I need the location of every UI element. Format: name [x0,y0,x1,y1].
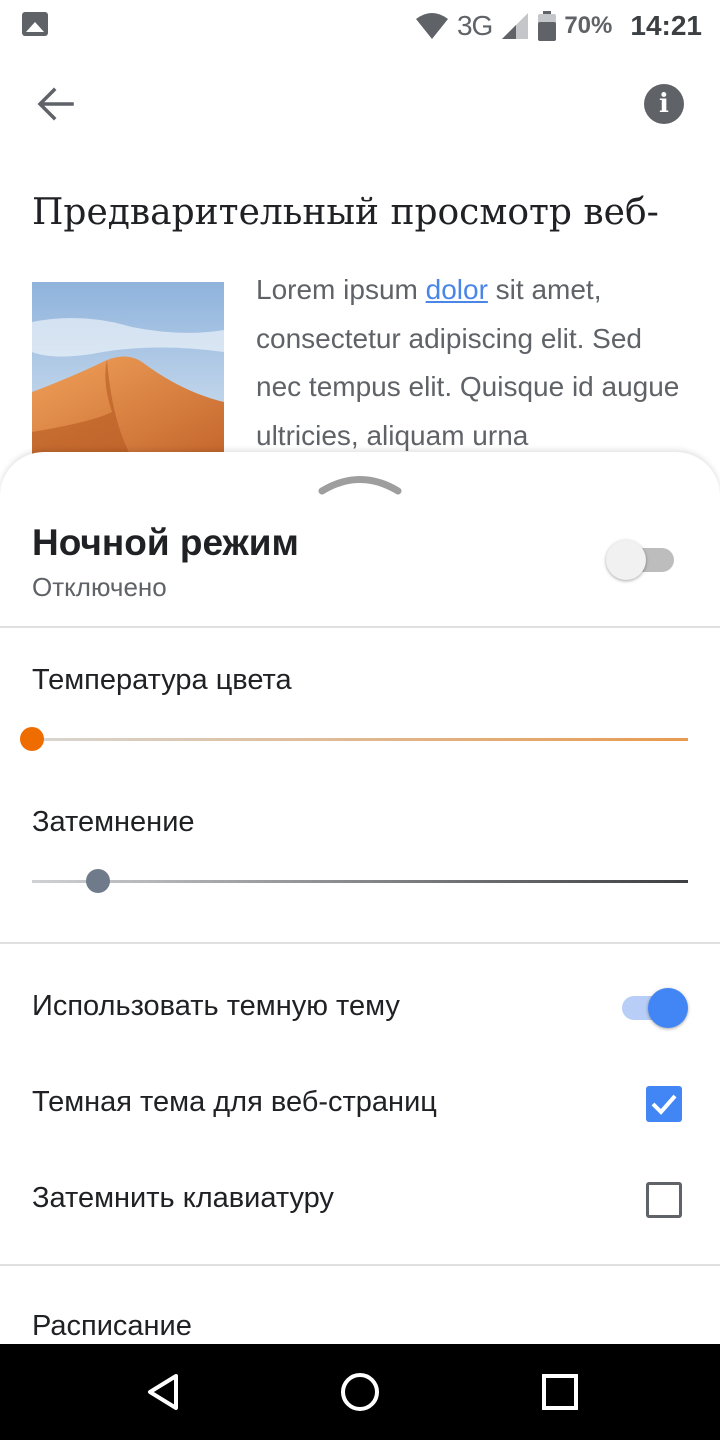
color-temperature-slider[interactable] [20,724,688,754]
preview-text-start: Lorem ipsum [256,274,426,305]
divider [0,626,720,628]
divider [0,942,720,944]
image-notification-icon [22,12,48,36]
preview-text: Lorem ipsum dolor sit amet, consectetur … [256,266,686,460]
dimming-slider[interactable] [32,866,688,896]
navigation-bar [0,1344,720,1440]
wifi-icon [415,13,448,39]
divider [0,1264,720,1266]
dim-keyboard-label: Затемнить клавиатуру [32,1182,334,1214]
slider-knob[interactable] [85,869,110,893]
chevron-up-icon[interactable] [318,474,402,496]
arrow-back-icon[interactable] [34,86,78,122]
slider-knob[interactable] [20,727,44,751]
night-mode-status: Отключено [32,572,167,602]
color-temperature-label: Температура цвета [32,664,292,696]
preview-title: Предварительный просмотр веб- [32,192,659,233]
dark-web-checkbox[interactable] [646,1086,682,1122]
clock: 14:21 [630,10,702,41]
dimming-label: Затемнение [32,806,195,838]
toggle-thumb [606,540,646,580]
preview-link[interactable]: dolor [426,274,488,305]
dim-keyboard-checkbox[interactable] [646,1182,682,1218]
night-mode-sheet: Ночной режим Отключено Температура цвета… [0,452,720,1344]
night-mode-toggle[interactable] [606,538,678,582]
nav-home-icon[interactable] [336,1368,384,1416]
slider-rail [32,738,688,741]
dark-web-label: Темная тема для веб-страниц [32,1086,437,1118]
nav-back-icon[interactable] [140,1368,188,1416]
checkmark-icon [651,1094,677,1115]
dark-theme-label: Использовать темную тему [32,990,400,1022]
night-mode-title: Ночной режим [32,522,299,563]
info-icon[interactable]: i [644,84,684,124]
status-bar: 3G 70% 14:21 [0,0,720,52]
battery-percent: 70% [564,12,613,39]
battery-icon [538,11,557,41]
status-bar-right: 3G 70% 14:21 [415,4,702,48]
network-type: 3G [456,10,493,41]
toggle-thumb [648,988,688,1028]
nav-recents-icon[interactable] [536,1368,584,1416]
slider-rail [32,880,688,883]
desert-dune-image [32,282,224,458]
signal-icon [502,13,529,39]
dark-theme-toggle[interactable] [620,986,692,1030]
schedule-label[interactable]: Расписание [32,1310,192,1343]
